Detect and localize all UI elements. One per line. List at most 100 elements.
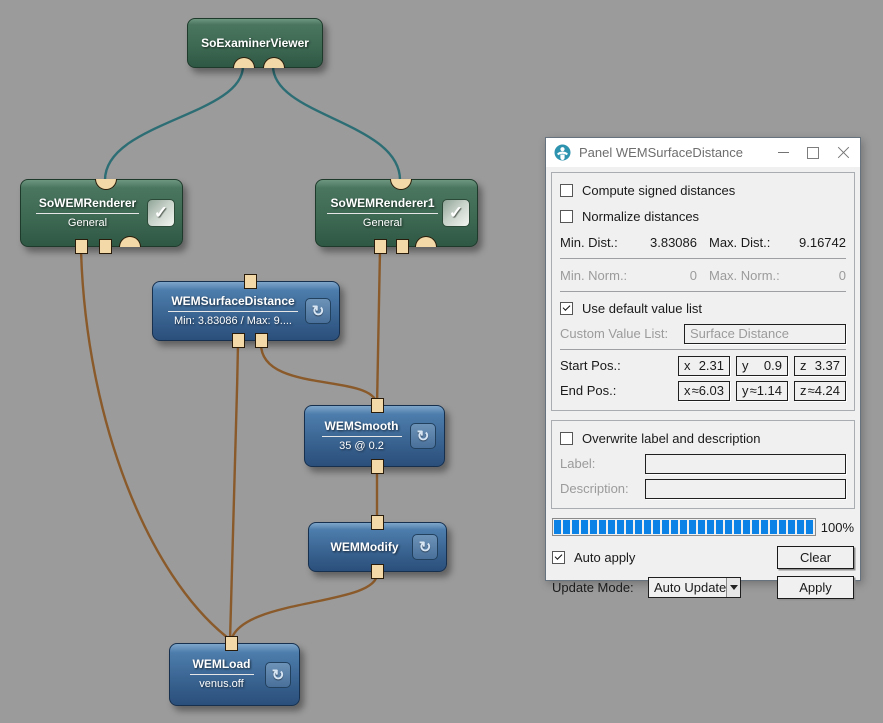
axis-label: y bbox=[742, 358, 749, 373]
wem-input-connector[interactable] bbox=[99, 239, 112, 254]
end-pos-z-field[interactable]: z ≈4.24 bbox=[794, 381, 846, 401]
start-pos-z-field[interactable]: z 3.37 bbox=[794, 356, 846, 376]
custom-value-list-field: Surface Distance bbox=[684, 324, 846, 344]
node-subtitle: Min: 3.83086 / Max: 9.... bbox=[157, 315, 309, 329]
wem-output-connector[interactable] bbox=[244, 274, 257, 289]
start-pos-y-field[interactable]: y 0.9 bbox=[736, 356, 788, 376]
panel-title: Panel WEMSurfaceDistance bbox=[579, 145, 768, 160]
node-wemmodify[interactable]: WEMModify ↻ bbox=[308, 522, 447, 572]
node-wemsurfacedistance[interactable]: WEMSurfaceDistance Min: 3.83086 / Max: 9… bbox=[152, 281, 340, 341]
wem-input-connector[interactable] bbox=[232, 333, 245, 348]
maximize-button[interactable] bbox=[798, 141, 828, 164]
node-subtitle: venus.off bbox=[174, 678, 269, 692]
min-norm-label: Min. Norm.: bbox=[560, 268, 627, 283]
normalize-checkbox[interactable] bbox=[560, 210, 573, 223]
axis-value: 2.31 bbox=[699, 358, 724, 373]
node-soexaminerviewer[interactable]: SoExaminerViewer bbox=[187, 18, 323, 68]
wire-surface-to-load bbox=[230, 344, 238, 641]
node-label: SoExaminerViewer bbox=[188, 36, 322, 51]
node-title: WEMLoad bbox=[190, 657, 254, 675]
apply-button-label: Apply bbox=[799, 580, 832, 595]
refresh-icon: ↻ bbox=[272, 666, 285, 684]
end-pos-x-field[interactable]: x ≈6.03 bbox=[678, 381, 730, 401]
maximize-icon bbox=[807, 147, 819, 159]
normalize-label: Normalize distances bbox=[582, 209, 699, 224]
minimize-button[interactable] bbox=[768, 141, 798, 164]
end-pos-label: End Pos.: bbox=[560, 383, 672, 398]
use-default-list-checkbox[interactable] bbox=[560, 302, 573, 315]
close-button[interactable] bbox=[828, 141, 858, 164]
wem-input-connector[interactable] bbox=[75, 239, 88, 254]
label-label: Label: bbox=[560, 456, 645, 471]
node-sowemrenderer[interactable]: SoWEMRenderer General ✓ bbox=[20, 179, 183, 247]
wem-input-connector[interactable] bbox=[374, 239, 387, 254]
min-dist-label: Min. Dist.: bbox=[560, 235, 618, 250]
dropdown-arrow-button[interactable] bbox=[726, 578, 740, 597]
node-title: WEMSurfaceDistance bbox=[168, 294, 297, 312]
axis-value: ≈6.03 bbox=[692, 383, 724, 398]
compute-signed-checkbox[interactable] bbox=[560, 184, 573, 197]
apply-button[interactable]: Apply bbox=[777, 576, 854, 599]
wem-input-connector[interactable] bbox=[255, 333, 268, 348]
scene-output-connector[interactable] bbox=[95, 179, 117, 190]
overwrite-label: Overwrite label and description bbox=[582, 431, 760, 446]
panel-titlebar[interactable]: Panel WEMSurfaceDistance bbox=[546, 138, 860, 167]
scene-input-connector[interactable] bbox=[415, 236, 437, 247]
min-dist-value: 3.83086 bbox=[618, 235, 697, 250]
description-field bbox=[645, 479, 846, 499]
node-update-button[interactable]: ↻ bbox=[410, 423, 436, 449]
node-update-button[interactable]: ↻ bbox=[305, 298, 331, 324]
refresh-icon: ↻ bbox=[417, 427, 430, 445]
scene-input-connector[interactable] bbox=[263, 57, 285, 68]
axis-label: y bbox=[742, 383, 749, 398]
scene-input-connector[interactable] bbox=[233, 57, 255, 68]
overwrite-checkbox[interactable] bbox=[560, 432, 573, 445]
wem-input-connector[interactable] bbox=[371, 564, 384, 579]
scene-input-connector[interactable] bbox=[119, 236, 141, 247]
wire-examiner-to-renderer bbox=[105, 66, 243, 180]
max-dist-value: 9.16742 bbox=[770, 235, 846, 250]
node-wemload[interactable]: WEMLoad venus.off ↻ bbox=[169, 643, 300, 706]
check-icon: ✓ bbox=[154, 203, 168, 223]
mevislab-icon bbox=[554, 144, 571, 161]
axis-value: ≈1.14 bbox=[750, 383, 782, 398]
axis-value: 0.9 bbox=[764, 358, 782, 373]
node-title: SoWEMRenderer bbox=[36, 196, 139, 214]
axis-value: 3.37 bbox=[815, 358, 840, 373]
end-pos-y-field[interactable]: y ≈1.14 bbox=[736, 381, 788, 401]
node-sowemrenderer1[interactable]: SoWEMRenderer1 General ✓ bbox=[315, 179, 478, 247]
wire-modify-to-load bbox=[231, 574, 377, 641]
start-pos-x-field[interactable]: x 2.31 bbox=[678, 356, 730, 376]
wem-output-connector[interactable] bbox=[371, 398, 384, 413]
chevron-down-icon bbox=[730, 585, 738, 590]
node-title: WEMSmooth bbox=[322, 419, 402, 437]
node-wemsmooth[interactable]: WEMSmooth 35 @ 0.2 ↻ bbox=[304, 405, 445, 467]
node-title: SoExaminerViewer bbox=[198, 36, 312, 51]
clear-button[interactable]: Clear bbox=[777, 546, 854, 569]
progress-fill bbox=[554, 520, 814, 534]
panel-window: Panel WEMSurfaceDistance Compute signed … bbox=[545, 137, 861, 581]
update-mode-dropdown[interactable]: Auto Update bbox=[648, 577, 741, 598]
separator bbox=[560, 291, 846, 292]
wem-input-connector[interactable] bbox=[396, 239, 409, 254]
max-norm-value: 0 bbox=[780, 268, 846, 283]
scene-output-connector[interactable] bbox=[390, 179, 412, 190]
node-update-button[interactable]: ↻ bbox=[265, 662, 291, 688]
auto-apply-checkbox[interactable] bbox=[552, 551, 565, 564]
compute-signed-label: Compute signed distances bbox=[582, 183, 735, 198]
wem-output-connector[interactable] bbox=[371, 515, 384, 530]
start-pos-label: Start Pos.: bbox=[560, 358, 672, 373]
axis-value: ≈4.24 bbox=[808, 383, 840, 398]
node-enable-checkbox[interactable]: ✓ bbox=[147, 199, 175, 227]
minimize-icon bbox=[778, 152, 789, 153]
min-norm-value: 0 bbox=[627, 268, 697, 283]
max-dist-label: Max. Dist.: bbox=[709, 235, 770, 250]
wem-output-connector[interactable] bbox=[225, 636, 238, 651]
node-enable-checkbox[interactable]: ✓ bbox=[442, 199, 470, 227]
node-update-button[interactable]: ↻ bbox=[412, 534, 438, 560]
custom-value-list-label: Custom Value List: bbox=[560, 326, 684, 341]
separator bbox=[560, 349, 846, 350]
refresh-icon: ↻ bbox=[419, 538, 432, 556]
wem-input-connector[interactable] bbox=[371, 459, 384, 474]
use-default-list-label: Use default value list bbox=[582, 301, 702, 316]
